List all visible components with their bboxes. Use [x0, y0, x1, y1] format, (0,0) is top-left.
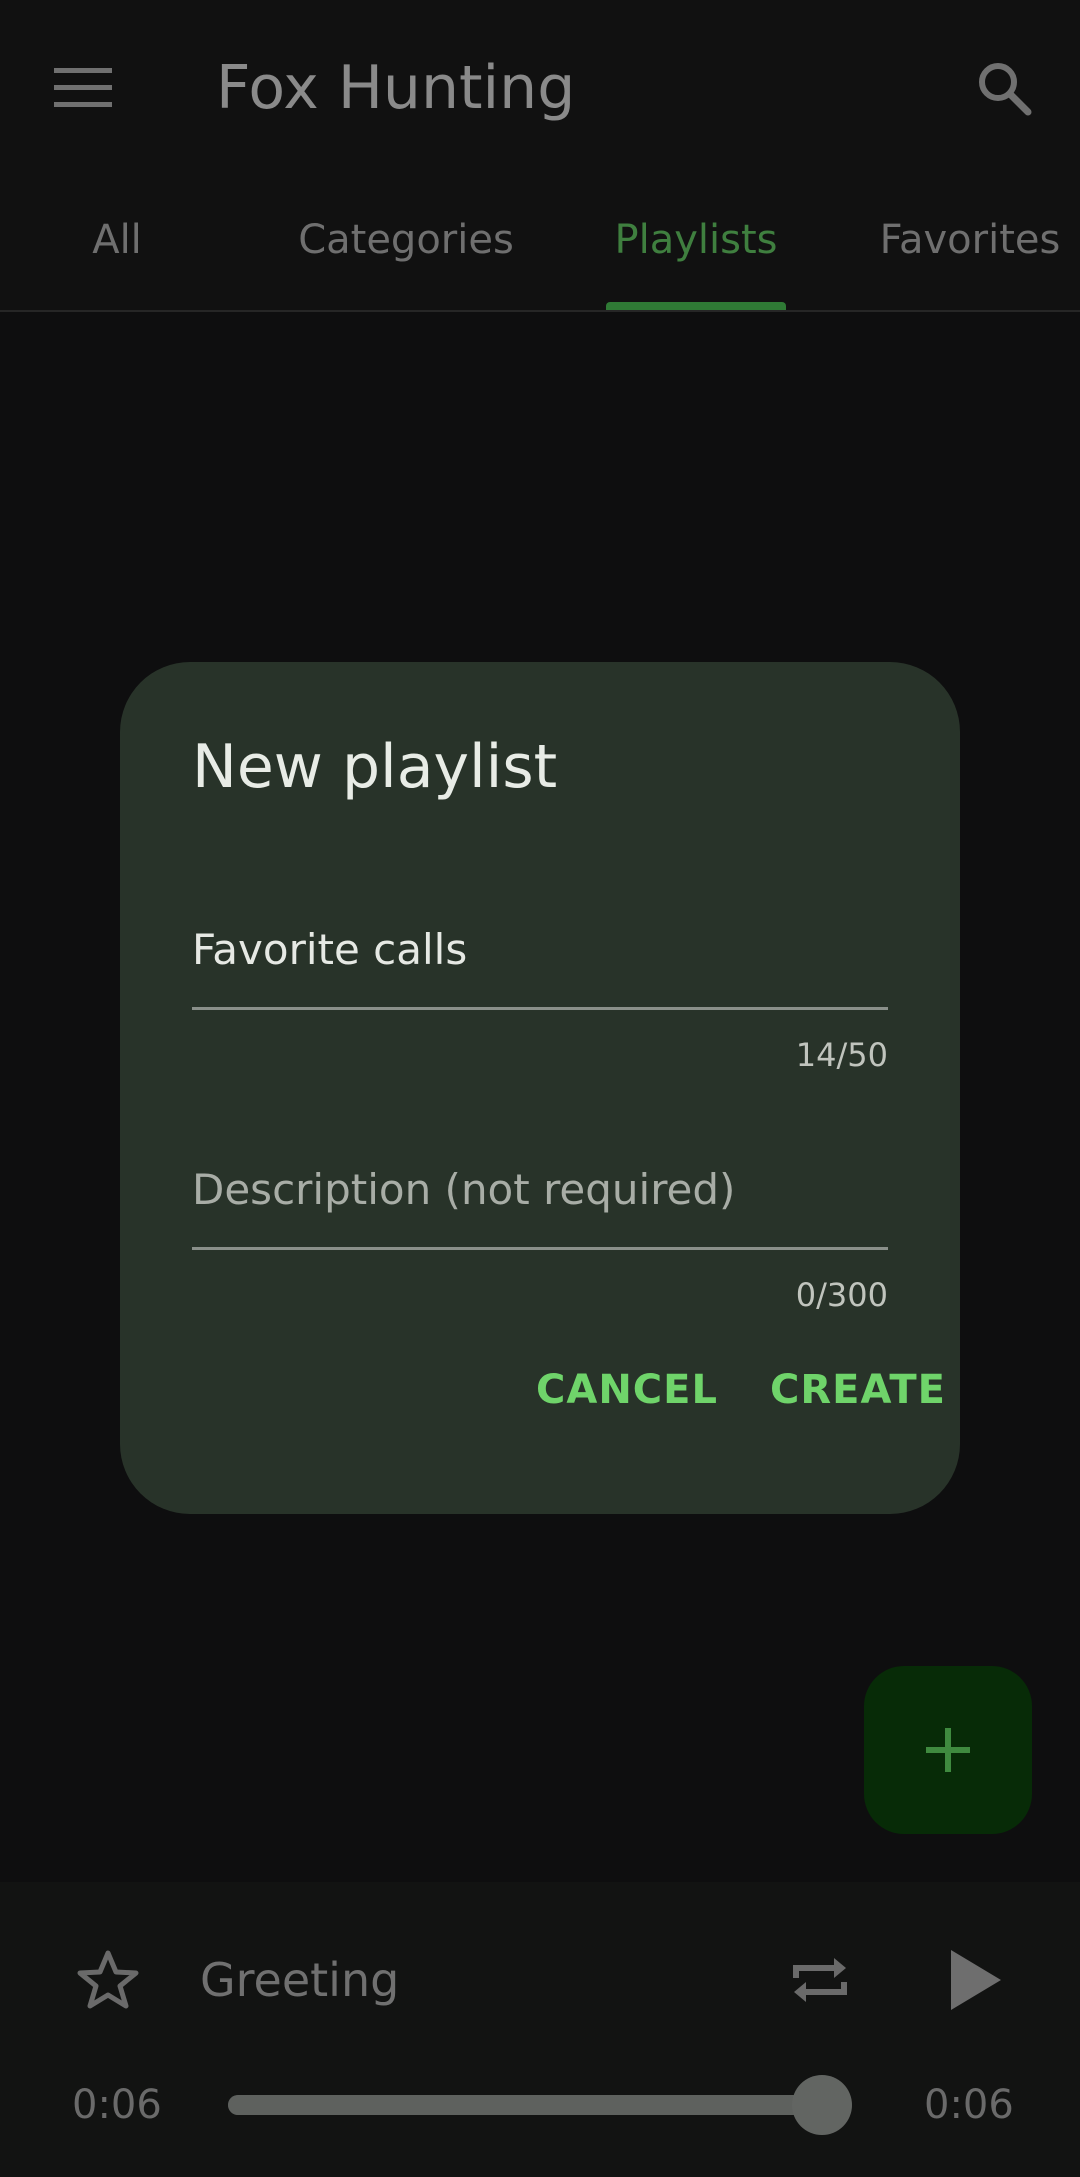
name-char-counter: 14/50 [795, 1036, 888, 1074]
playlist-description-field [192, 1150, 888, 1250]
playlist-name-input[interactable] [192, 910, 888, 1010]
dialog-title: New playlist [192, 732, 558, 802]
cancel-button[interactable]: CANCEL [536, 1350, 718, 1430]
new-playlist-dialog: New playlist 14/50 0/300 CANCEL CREATE [120, 662, 960, 1514]
playlist-name-field [192, 910, 888, 1010]
create-button[interactable]: CREATE [770, 1350, 946, 1430]
description-char-counter: 0/300 [795, 1276, 888, 1314]
playlist-description-input[interactable] [192, 1150, 888, 1250]
